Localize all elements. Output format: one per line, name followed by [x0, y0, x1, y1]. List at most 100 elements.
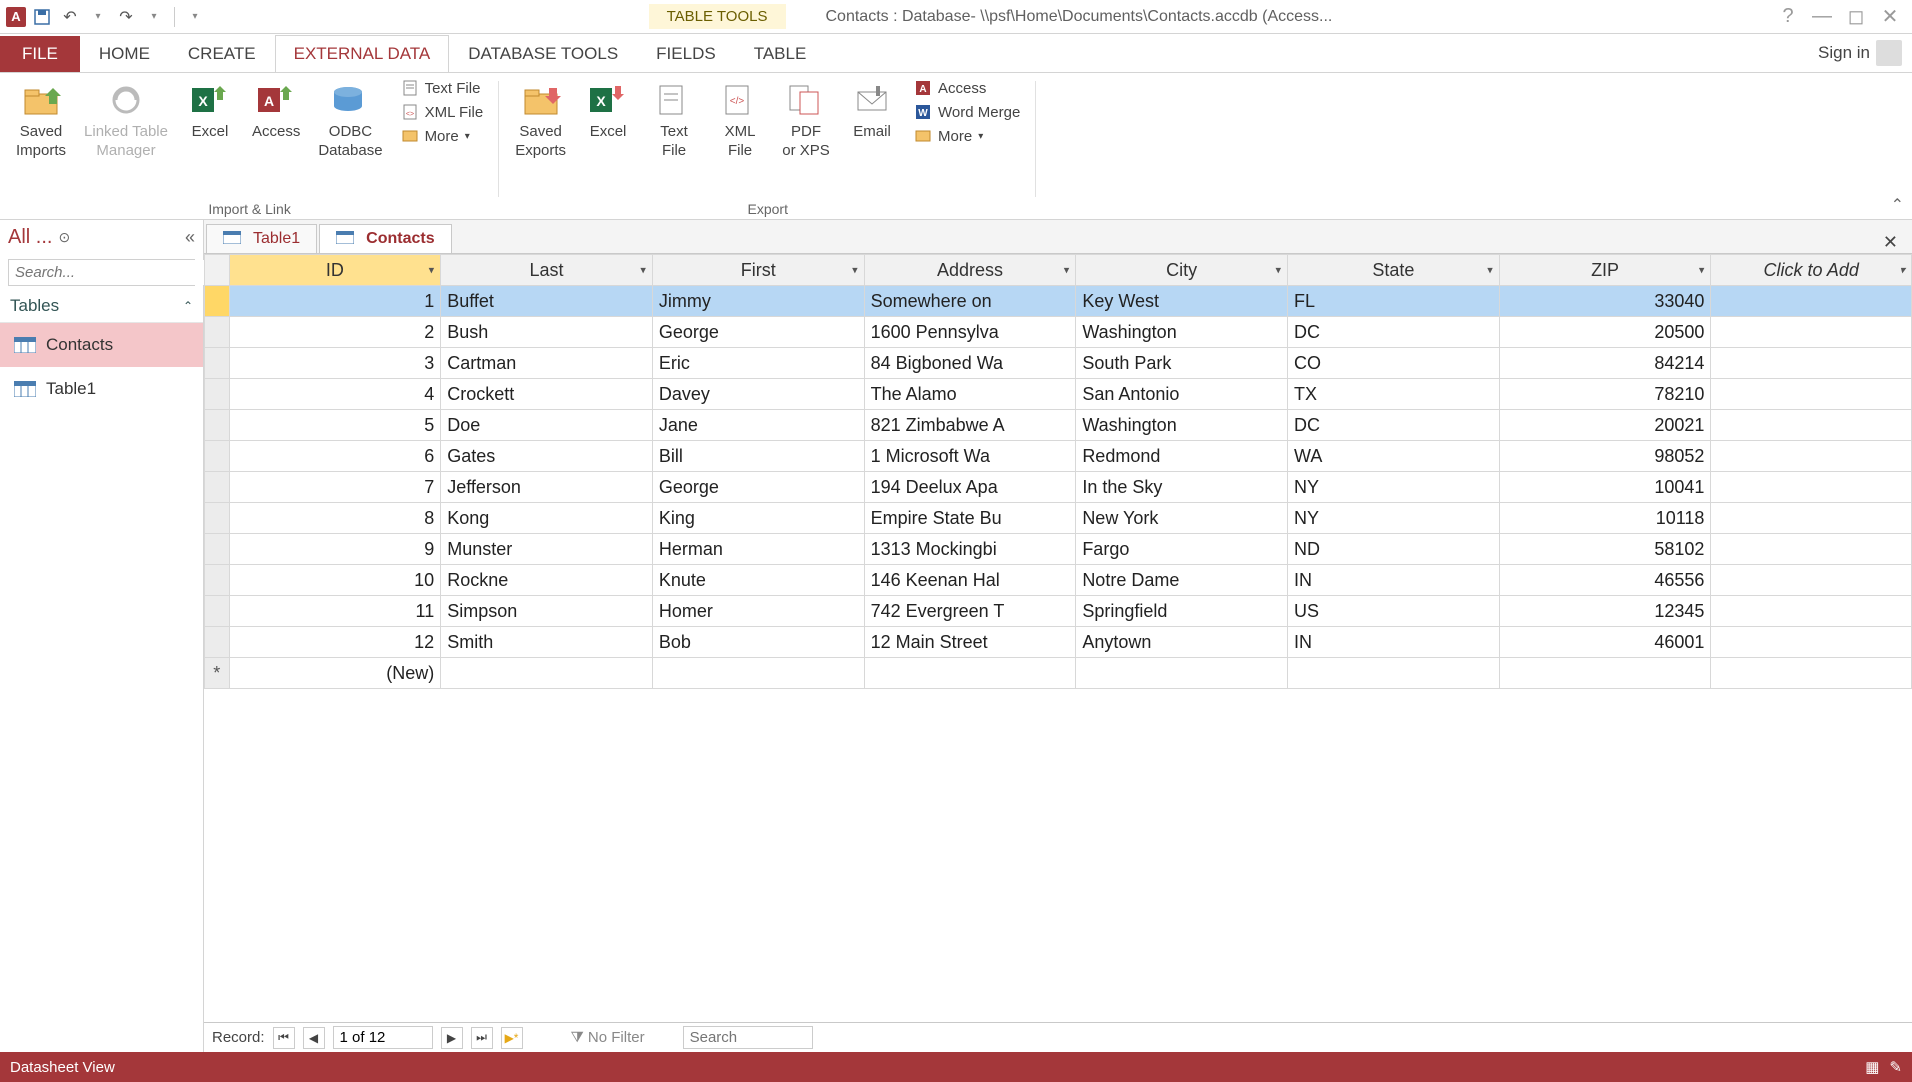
cell[interactable]: [1711, 565, 1912, 596]
cell[interactable]: Notre Dame: [1076, 565, 1288, 596]
row-selector[interactable]: [205, 503, 230, 534]
cell[interactable]: Crockett: [441, 379, 653, 410]
cell[interactable]: 58102: [1499, 534, 1711, 565]
add-column-header[interactable]: Click to Add▾: [1711, 255, 1912, 286]
cell[interactable]: 4: [229, 379, 441, 410]
cell[interactable]: Bush: [441, 317, 653, 348]
table-row[interactable]: 3CartmanEric84 Bigboned WaSouth ParkCO84…: [205, 348, 1912, 379]
row-selector[interactable]: [205, 565, 230, 596]
nav-search-input[interactable]: [9, 260, 222, 285]
table-row[interactable]: 6GatesBill1 Microsoft WaRedmondWA98052: [205, 441, 1912, 472]
cell[interactable]: 84214: [1499, 348, 1711, 379]
cell[interactable]: [1711, 627, 1912, 658]
cell[interactable]: 821 Zimbabwe A: [864, 410, 1076, 441]
cell[interactable]: South Park: [1076, 348, 1288, 379]
cell[interactable]: 10: [229, 565, 441, 596]
no-filter-indicator[interactable]: ⧩ No Filter: [571, 1029, 645, 1046]
save-icon[interactable]: [30, 5, 54, 29]
cell[interactable]: Davey: [652, 379, 864, 410]
cell[interactable]: George: [652, 472, 864, 503]
redo-icon[interactable]: ↷: [114, 5, 138, 29]
export-word-merge-button[interactable]: W Word Merge: [908, 101, 1026, 123]
cell[interactable]: 33040: [1499, 286, 1711, 317]
cell[interactable]: 78210: [1499, 379, 1711, 410]
cell[interactable]: [1711, 596, 1912, 627]
import-text-file-button[interactable]: Text File: [395, 77, 490, 99]
row-selector[interactable]: [205, 317, 230, 348]
file-tab[interactable]: FILE: [0, 36, 80, 72]
cell[interactable]: Doe: [441, 410, 653, 441]
fields-tab[interactable]: FIELDS: [637, 35, 735, 72]
cell[interactable]: NY: [1288, 472, 1500, 503]
column-header-last[interactable]: Last▾: [441, 255, 653, 286]
cell[interactable]: 8: [229, 503, 441, 534]
cell[interactable]: [1711, 410, 1912, 441]
cell[interactable]: In the Sky: [1076, 472, 1288, 503]
nav-collapse-button[interactable]: «: [185, 227, 195, 248]
row-selector[interactable]: [205, 596, 230, 627]
undo-icon[interactable]: ↶: [58, 5, 82, 29]
cell[interactable]: George: [652, 317, 864, 348]
column-header-first[interactable]: First▾: [652, 255, 864, 286]
cell[interactable]: [1499, 658, 1711, 689]
help-button[interactable]: ?: [1774, 3, 1802, 31]
cell[interactable]: 194 Deelux Apa: [864, 472, 1076, 503]
cell[interactable]: Fargo: [1076, 534, 1288, 565]
cell[interactable]: 11: [229, 596, 441, 627]
cell[interactable]: Anytown: [1076, 627, 1288, 658]
cell[interactable]: Simpson: [441, 596, 653, 627]
cell[interactable]: Key West: [1076, 286, 1288, 317]
cell[interactable]: 146 Keenan Hal: [864, 565, 1076, 596]
row-selector[interactable]: [205, 441, 230, 472]
export-excel-button[interactable]: X Excel: [578, 77, 638, 144]
cell[interactable]: [864, 658, 1076, 689]
row-selector[interactable]: [205, 410, 230, 441]
cell[interactable]: 6: [229, 441, 441, 472]
import-excel-button[interactable]: X Excel: [180, 77, 240, 144]
table-row[interactable]: 8KongKingEmpire State BuNew YorkNY10118: [205, 503, 1912, 534]
cell[interactable]: [652, 658, 864, 689]
cell[interactable]: IN: [1288, 565, 1500, 596]
cell[interactable]: Smith: [441, 627, 653, 658]
column-header-id[interactable]: ID▾: [229, 255, 441, 286]
table-row[interactable]: 2BushGeorge1600 PennsylvaWashingtonDC205…: [205, 317, 1912, 348]
cell[interactable]: WA: [1288, 441, 1500, 472]
cell[interactable]: 1313 Mockingbi: [864, 534, 1076, 565]
table-row[interactable]: 7JeffersonGeorge194 Deelux ApaIn the Sky…: [205, 472, 1912, 503]
cell[interactable]: NY: [1288, 503, 1500, 534]
row-selector[interactable]: [205, 627, 230, 658]
cell[interactable]: [441, 658, 653, 689]
table-row[interactable]: 4CrockettDaveyThe AlamoSan AntonioTX7821…: [205, 379, 1912, 410]
cell[interactable]: 1600 Pennsylva: [864, 317, 1076, 348]
cell[interactable]: Eric: [652, 348, 864, 379]
cell[interactable]: 98052: [1499, 441, 1711, 472]
cell[interactable]: Buffet: [441, 286, 653, 317]
row-selector[interactable]: [205, 286, 230, 317]
nav-section-tables[interactable]: Tables ⌃: [0, 290, 203, 323]
export-xml-file-button[interactable]: </> XMLFile: [710, 77, 770, 163]
select-all-cell[interactable]: [205, 255, 230, 286]
last-record-button[interactable]: ⏭: [471, 1027, 493, 1049]
column-header-state[interactable]: State▾: [1288, 255, 1500, 286]
first-record-button[interactable]: ⏮: [273, 1027, 295, 1049]
next-record-button[interactable]: ▶: [441, 1027, 463, 1049]
export-text-file-button[interactable]: TextFile: [644, 77, 704, 163]
doc-tab-contacts[interactable]: Contacts: [319, 224, 451, 253]
cell[interactable]: Somewhere on: [864, 286, 1076, 317]
cell[interactable]: 1 Microsoft Wa: [864, 441, 1076, 472]
cell[interactable]: 46001: [1499, 627, 1711, 658]
cell[interactable]: [1288, 658, 1500, 689]
cell[interactable]: [1711, 472, 1912, 503]
cell[interactable]: 3: [229, 348, 441, 379]
close-button[interactable]: ✕: [1876, 3, 1904, 31]
table-row[interactable]: 9MunsterHerman1313 MockingbiFargoND58102: [205, 534, 1912, 565]
cell[interactable]: San Antonio: [1076, 379, 1288, 410]
nav-item-table1[interactable]: Table1: [0, 367, 203, 411]
cell[interactable]: FL: [1288, 286, 1500, 317]
cell[interactable]: CO: [1288, 348, 1500, 379]
cell[interactable]: DC: [1288, 410, 1500, 441]
collapse-ribbon-button[interactable]: ⌃: [1891, 195, 1904, 215]
column-header-zip[interactable]: ZIP▾: [1499, 255, 1711, 286]
row-selector[interactable]: [205, 348, 230, 379]
cell[interactable]: (New): [229, 658, 441, 689]
